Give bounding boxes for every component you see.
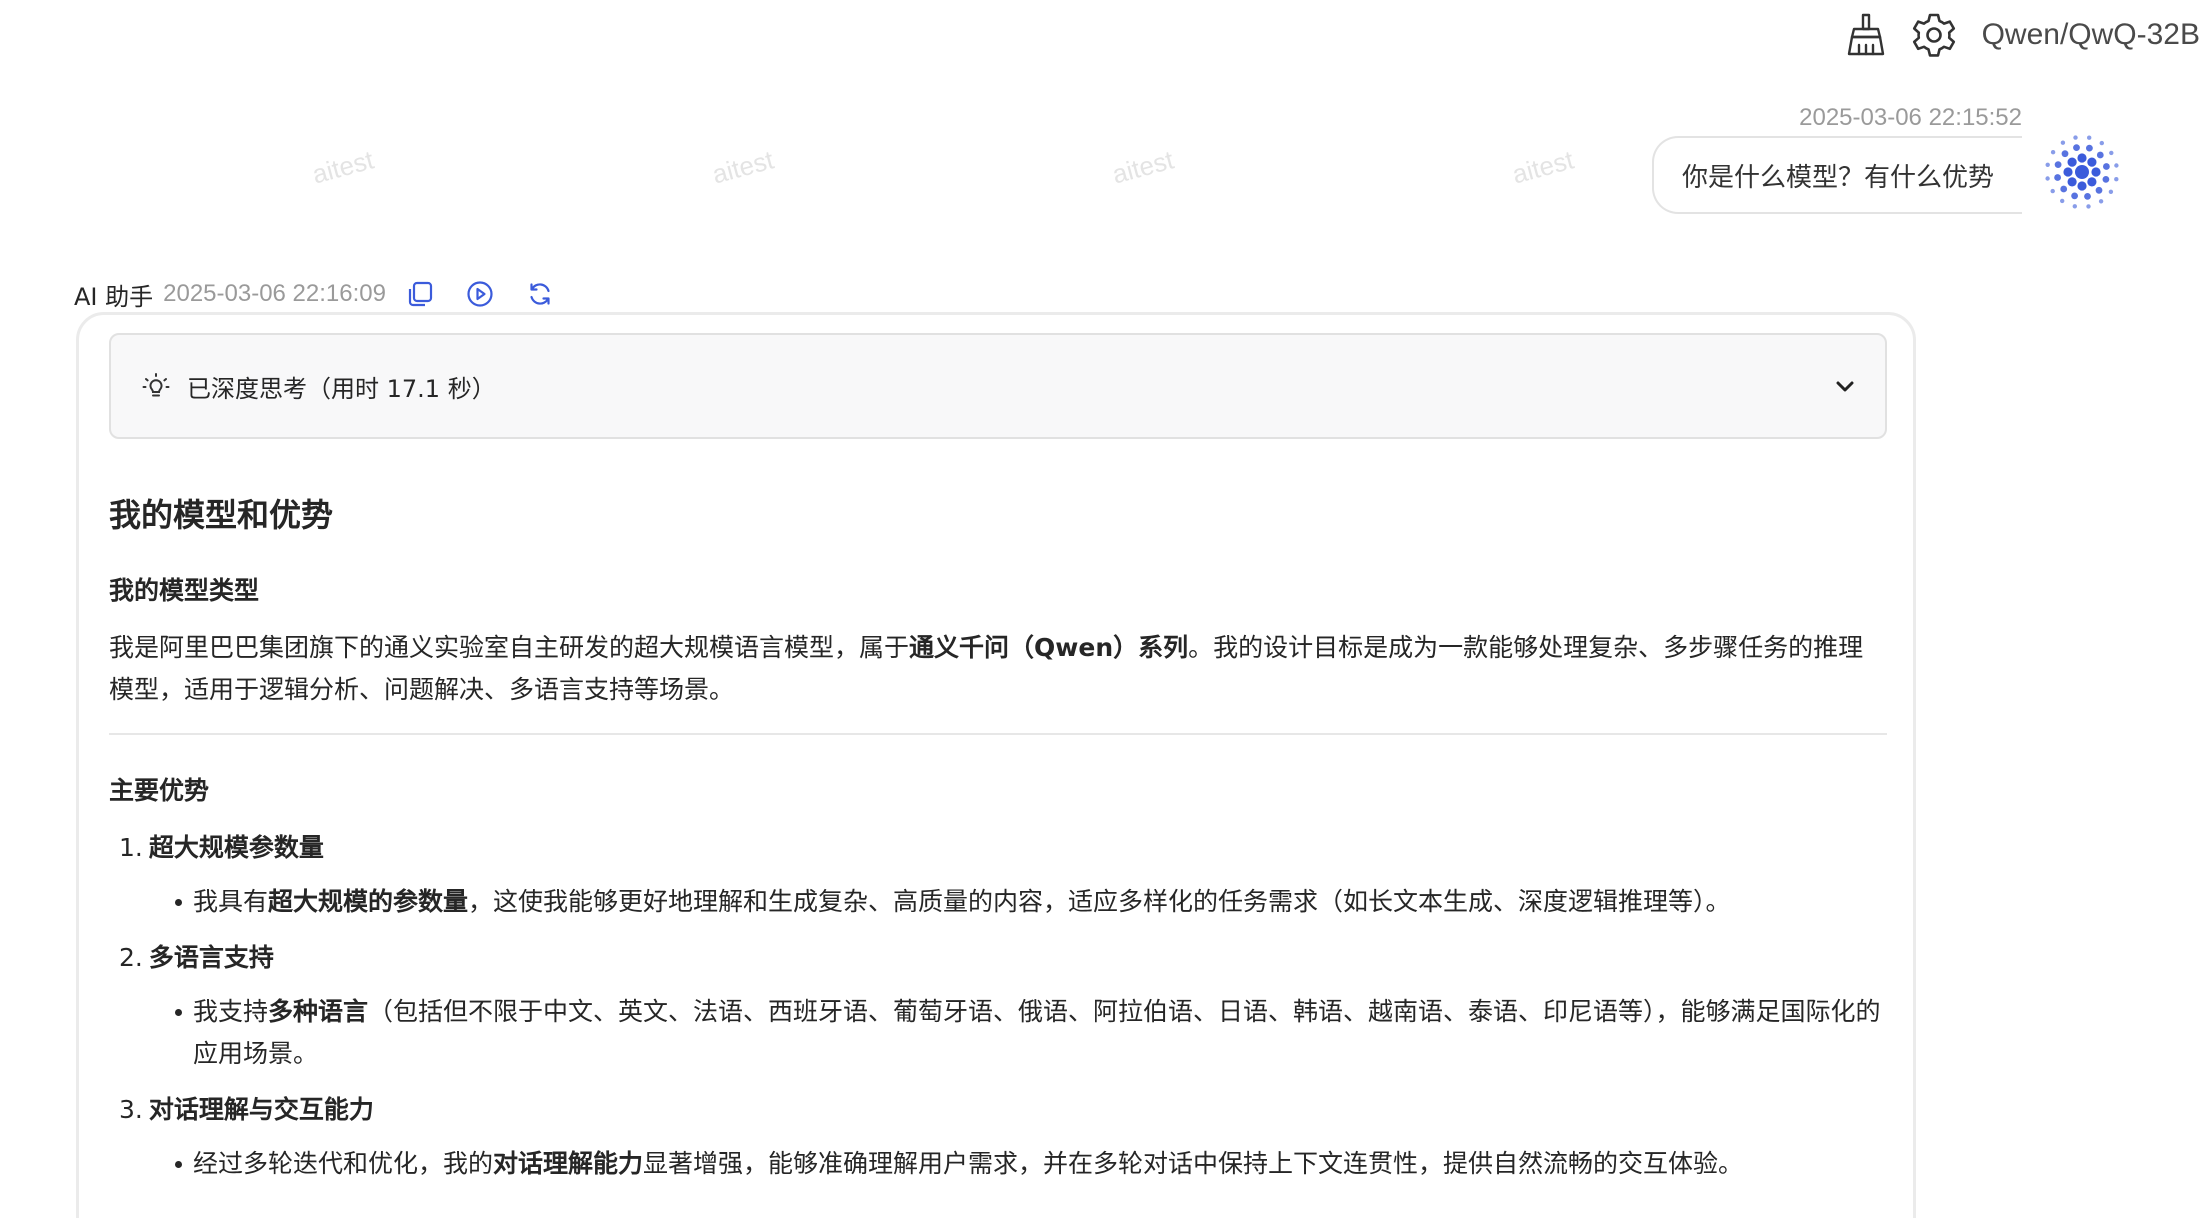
avatar-dot [2108, 189, 2114, 194]
avatar-dot [2087, 177, 2097, 187]
settings-button[interactable] [1908, 9, 1960, 61]
avatar-dot [2084, 193, 2091, 200]
avatar-dot [2087, 135, 2092, 140]
avatar-dot [2098, 199, 2104, 204]
avatar-dot [2045, 176, 2050, 181]
avatar-dot [2067, 177, 2077, 187]
avatar-dot [2102, 176, 2110, 183]
copy-button[interactable] [400, 276, 440, 312]
paragraph-bold-text: 通义千问（Qwen）系列 [909, 633, 1189, 662]
regenerate-button[interactable] [520, 276, 560, 312]
avatar-dot [2077, 181, 2087, 191]
avatar-dots-icon [2045, 135, 2119, 209]
user-message-bubble: 你是什么模型？有什么优势 [1651, 136, 2022, 214]
broom-icon [1847, 13, 1884, 56]
list-title-text: 超大规模参数量 [148, 833, 324, 862]
copy-icon [408, 281, 433, 307]
list-item: 3. 对话理解与交互能力 经过多轮迭代和优化，我的对话理解能力显著增强，能够准确理… [109, 1089, 1887, 1185]
assistant-header: AI 助手 2025-03-06 22:16:09 [74, 276, 580, 312]
watermark: aitest [709, 144, 777, 190]
avatar-dot [2050, 150, 2056, 155]
model-name[interactable]: Qwen/QwQ-32B [1982, 18, 2200, 52]
avatar-dot [2086, 144, 2093, 152]
avatar-dot [2060, 198, 2065, 204]
bullet-item: 经过多轮迭代和优化，我的对话理解能力显著增强，能够准确理解用户需求，并在多轮对话… [109, 1143, 1887, 1185]
assistant-message-card: 已深度思考（用时 17.1 秒） 我的模型和优势 我的模型类型 我是阿里巴巴集团… [76, 312, 1916, 1218]
avatar-dot [2099, 140, 2104, 146]
avatar-dot [2077, 153, 2087, 163]
chevron-down-icon [1836, 381, 1854, 392]
bullet-bold-text: 多种语言 [268, 997, 369, 1026]
bullet-text: 经过多轮迭代和优化，我的 [193, 1149, 494, 1178]
avatar-dot [2063, 167, 2073, 177]
bullet-text: 我支持 [193, 997, 269, 1026]
list-item-title: 3. 对话理解与交互能力 [109, 1089, 1887, 1131]
play-icon [467, 281, 493, 307]
clear-chat-button[interactable] [1838, 9, 1890, 61]
top-bar: Qwen/QwQ-32B [1838, 8, 2200, 62]
advantages-list: 1. 超大规模参数量 我具有超大规模的参数量，这使我能够更好地理解和生成复杂、高质… [109, 827, 1887, 1185]
list-number: 3. [119, 1095, 143, 1124]
assistant-name: AI 助手 [74, 282, 154, 311]
avatar-dot [2096, 151, 2104, 159]
bullet-bold-text: 对话理解能力 [493, 1149, 644, 1178]
bullet-item: 我支持多种语言（包括但不限于中文、英文、法语、西班牙语、葡萄牙语、俄语、阿拉伯语… [109, 991, 1887, 1075]
avatar-dot [2045, 162, 2050, 167]
read-aloud-button[interactable] [460, 276, 500, 312]
avatar-dot [2087, 157, 2097, 167]
avatar-dot [2095, 186, 2103, 194]
avatar-dot [2075, 165, 2089, 179]
bullet-text: （包括但不限于中文、英文、法语、西班牙语、葡萄牙语、俄语、阿拉伯语、日语、韩语、… [193, 997, 1881, 1068]
avatar-dot [2060, 185, 2068, 193]
watermark: aitest [309, 144, 377, 190]
avatar-dot [2073, 144, 2080, 151]
list-title-text: 多语言支持 [148, 943, 274, 972]
avatar-dot [2109, 150, 2114, 156]
lightbulb-icon [142, 373, 170, 397]
assistant-message-content: 我的模型和优势 我的模型类型 我是阿里巴巴集团旗下的通义实验室自主研发的超大规模… [109, 493, 1887, 1199]
watermark: aitest [1109, 144, 1177, 190]
watermark: aitest [1509, 144, 1577, 190]
bullet-text: 显著增强，能够准确理解用户需求，并在多轮对话中保持上下文连贯性，提供自然流畅的交… [643, 1149, 1744, 1178]
avatar-dot [2114, 163, 2119, 168]
list-title-text: 对话理解与交互能力 [148, 1095, 374, 1124]
list-number: 2. [119, 943, 143, 972]
avatar-dot [2061, 150, 2069, 158]
bullet-item: 我具有超大规模的参数量，这使我能够更好地理解和生成复杂、高质量的内容，适应多样化… [109, 881, 1887, 923]
thinking-toggle[interactable]: 已深度思考（用时 17.1 秒） [109, 333, 1887, 439]
bullet-text: ，这使我能够更好地理解和生成复杂、高质量的内容，适应多样化的任务需求（如长文本生… [468, 887, 1731, 916]
avatar-dot [2054, 174, 2061, 181]
avatar-dot [2054, 161, 2062, 168]
avatar-dot [2073, 135, 2078, 140]
user-message-timestamp: 2025-03-06 22:15:52 [1799, 104, 2022, 131]
list-item-title: 2. 多语言支持 [109, 937, 1887, 979]
avatar-dot [2086, 204, 2091, 209]
model-type-paragraph: 我是阿里巴巴集团旗下的通义实验室自主研发的超大规模语言模型，属于通义千问（Qwe… [109, 627, 1887, 711]
avatar [2040, 130, 2124, 214]
list-item-title: 1. 超大规模参数量 [109, 827, 1887, 869]
divider [109, 733, 1887, 735]
list-item: 2. 多语言支持 我支持多种语言（包括但不限于中文、英文、法语、西班牙语、葡萄牙语… [109, 937, 1887, 1075]
avatar-dot [2091, 167, 2101, 177]
section-title-advantages: 主要优势 [109, 776, 210, 805]
avatar-dot [2050, 188, 2055, 194]
thinking-label: 已深度思考（用时 17.1 秒） [187, 374, 496, 403]
gear-icon [1912, 13, 1955, 57]
avatar-dot [2067, 157, 2077, 167]
section-title-model-type: 我的模型类型 [109, 576, 260, 605]
bullet-text: 我具有 [193, 887, 269, 916]
avatar-dot [2072, 204, 2077, 209]
answer-heading: 我的模型和优势 [109, 496, 334, 534]
refresh-icon [530, 283, 550, 305]
list-item: 1. 超大规模参数量 我具有超大规模的参数量，这使我能够更好地理解和生成复杂、高质… [109, 827, 1887, 923]
avatar-dot [2103, 163, 2110, 170]
avatar-dot [2071, 192, 2078, 200]
chat-page: aitest aitest aitest aitest aitest aites… [0, 0, 2208, 1218]
assistant-timestamp: 2025-03-06 22:16:09 [163, 280, 386, 307]
paragraph-text: 我是阿里巴巴集团旗下的通义实验室自主研发的超大规模语言模型，属于 [109, 633, 910, 662]
avatar-dot [2060, 140, 2066, 145]
avatar-dot [2114, 177, 2119, 182]
bullet-bold-text: 超大规模的参数量 [268, 887, 469, 916]
list-number: 1. [119, 833, 143, 862]
